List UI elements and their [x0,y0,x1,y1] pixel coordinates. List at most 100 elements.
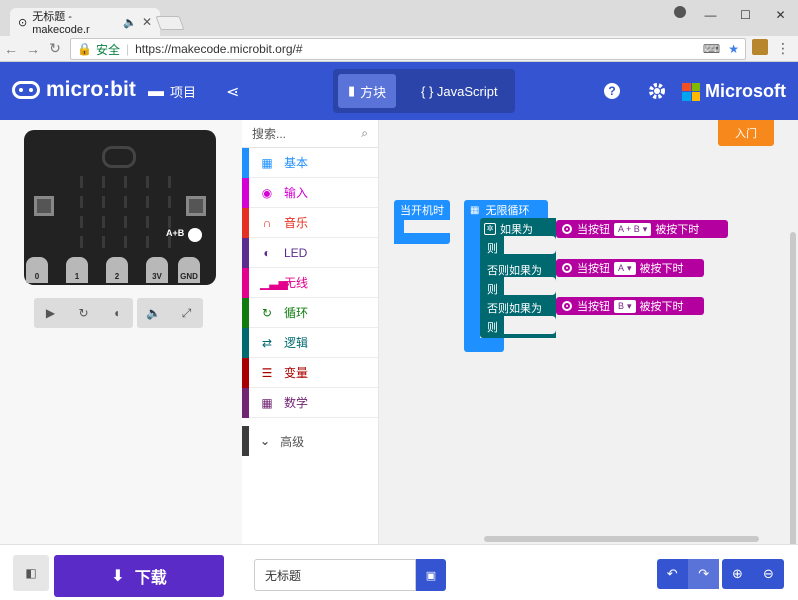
button-b[interactable] [186,196,206,216]
category-basic[interactable]: ▦ 基本 [242,148,378,178]
play-icon[interactable]: ▶ [34,306,67,320]
help-icon[interactable]: ? [603,82,621,105]
category-radio[interactable]: ▁▃▅ 无线 [242,268,378,298]
fullscreen-icon[interactable]: ⤢ [170,306,203,321]
pin-1[interactable]: 1 [66,257,88,283]
settings-gear-icon[interactable] [648,82,666,105]
redo-icon[interactable]: ↷ [687,559,719,589]
category-led[interactable]: ◐ LED [242,238,378,268]
forward-icon[interactable]: → [22,41,44,57]
getting-started-button[interactable]: 入门 [718,120,774,146]
category-label: 音乐 [284,216,309,230]
project-name-input[interactable]: 无标题 [254,559,416,591]
pin-gnd: GND [178,257,200,283]
button-a-condition[interactable]: 当按钮 A ▾ 被按下时 [556,259,704,277]
makecode-favicon-icon: ⊙ [18,16,28,29]
category-label: 基本 [284,156,309,170]
category-label: 逻辑 [284,336,309,350]
zoom-out-icon[interactable]: ⊖ [753,559,784,589]
download-icon: ⬇ [111,568,125,585]
maximize-button[interactable]: ☐ [728,4,763,26]
microbit-logo-icon [12,81,40,99]
button-a[interactable] [34,196,54,216]
toolbox-search[interactable]: 搜索... ⌕ [242,120,378,148]
category-variables[interactable]: ☰ 变量 [242,358,378,388]
workspace-horizontal-scrollbar[interactable] [484,536,759,542]
search-icon[interactable]: ⌕ [361,126,368,141]
pin-0[interactable]: 0 [26,257,48,283]
zoom-group: ⊕ ⊖ [722,559,784,589]
simulator-pane: A+B 0 1 2 3V GND ▶ ↻ ◖ 🔈 ⤢ [0,120,242,544]
window-controls: — ☐ ✕ [693,4,798,26]
category-logic[interactable]: ⇄ 逻辑 [242,328,378,358]
microbit-logo[interactable]: micro:bit [12,78,136,102]
undo-icon[interactable]: ↶ [657,559,688,589]
zoom-in-icon[interactable]: ⊕ [722,559,753,589]
puzzle-icon: ▮ [348,83,356,98]
microsoft-logo[interactable]: Microsoft [682,81,786,102]
button-dropdown[interactable]: B ▾ [614,299,636,313]
chevron-down-icon: ⌄ [260,434,271,448]
gear-icon[interactable]: ✲ [484,223,496,235]
button-ab[interactable] [188,228,202,242]
grid-icon: ▦ [470,204,480,216]
button-dropdown[interactable]: A + B ▾ [614,222,652,236]
download-button[interactable]: ⬇ 下载 [54,555,224,597]
microbit-board[interactable]: A+B 0 1 2 3V GND [24,130,216,285]
workspace-vertical-scrollbar[interactable] [790,232,796,562]
then-label: 则 [487,322,498,334]
forever-label: 无限循环 [485,205,530,217]
tab-blocks[interactable]: ▮ 方块 [338,74,397,108]
tab-javascript[interactable]: { } JavaScript [411,74,508,108]
minimize-button[interactable]: — [693,4,728,26]
translate-icon[interactable]: ⌨ [703,42,720,56]
button-suffix: 被按下时 [639,301,684,313]
category-advanced[interactable]: ⌄ 高级 [242,426,378,456]
pin-2[interactable]: 2 [106,257,128,283]
app-header: micro:bit ▬ 项目 ⋖ ▮ 方块 { } JavaScript ? M… [0,62,798,120]
browser-menu-icon[interactable]: ⋮ [776,40,790,57]
toolbox: 搜索... ⌕ ▦ 基本 ◉ 输入 ∩ 音乐 ◐ LED ▁▃▅ 无线 ↻ 循环… [242,120,379,544]
restart-icon[interactable]: ↻ [67,306,100,320]
bookmark-star-icon[interactable]: ★ [728,42,739,56]
projects-button[interactable]: ▬ 项目 [148,82,196,101]
category-label: 变量 [284,366,309,380]
toggle-icon: ◐ [263,245,271,260]
save-disk-icon: ▣ [425,569,437,582]
extension-icon[interactable] [752,39,768,55]
profile-icon[interactable] [674,6,686,18]
category-math[interactable]: ▦ 数学 [242,388,378,418]
button-dropdown[interactable]: A ▾ [614,261,636,275]
reload-icon[interactable]: ↻ [44,40,66,57]
search-input[interactable]: 搜索... [252,125,286,142]
microsoft-label: Microsoft [705,81,786,101]
button-event-icon [562,263,572,273]
elseif-label-2: 否则如果为 [487,303,542,315]
close-window-button[interactable]: ✕ [763,4,798,26]
browser-tab[interactable]: ⊙ 无标题 - makecode.r 🔈 ✕ [10,8,160,36]
url-text: https://makecode.microbit.org/# [135,42,303,56]
tab-title: 无标题 - makecode.r [32,11,90,36]
shuffle-icon: ⇄ [261,335,273,350]
save-button[interactable]: ▣ [416,559,446,591]
undo-redo-group: ↶ ↷ [657,559,719,589]
list-icon: ☰ [261,365,273,380]
blocks-workspace[interactable]: 入门 当开机时 ▦ 无限循环 ✲ 如果为 则 否则如果为 则 否则如果为 则 当… [379,120,798,562]
slowmo-snail-icon[interactable]: ◖ [100,306,133,320]
tab-close-icon[interactable]: ✕ [142,15,152,29]
collapse-simulator-button[interactable]: ◧ [13,555,49,591]
category-label: 无线 [284,276,309,290]
mute-audio-icon[interactable]: 🔈 [137,306,170,320]
category-input[interactable]: ◉ 输入 [242,178,378,208]
new-tab-button[interactable] [155,16,185,30]
logo-text: micro:bit [46,78,136,101]
url-input[interactable]: 🔒 安全 | https://makecode.microbit.org/# ⌨… [70,38,746,60]
button-b-condition[interactable]: 当按钮 B ▾ 被按下时 [556,297,704,315]
category-music[interactable]: ∩ 音乐 [242,208,378,238]
category-loops[interactable]: ↻ 循环 [242,298,378,328]
button-ab-condition[interactable]: 当按钮 A + B ▾ 被按下时 [556,220,728,238]
share-icon[interactable]: ⋖ [226,82,239,102]
back-icon[interactable]: ← [0,41,22,57]
button-prefix: 当按钮 [577,224,610,236]
simulator-controls: ▶ ↻ ◖ 🔈 ⤢ [34,298,203,328]
